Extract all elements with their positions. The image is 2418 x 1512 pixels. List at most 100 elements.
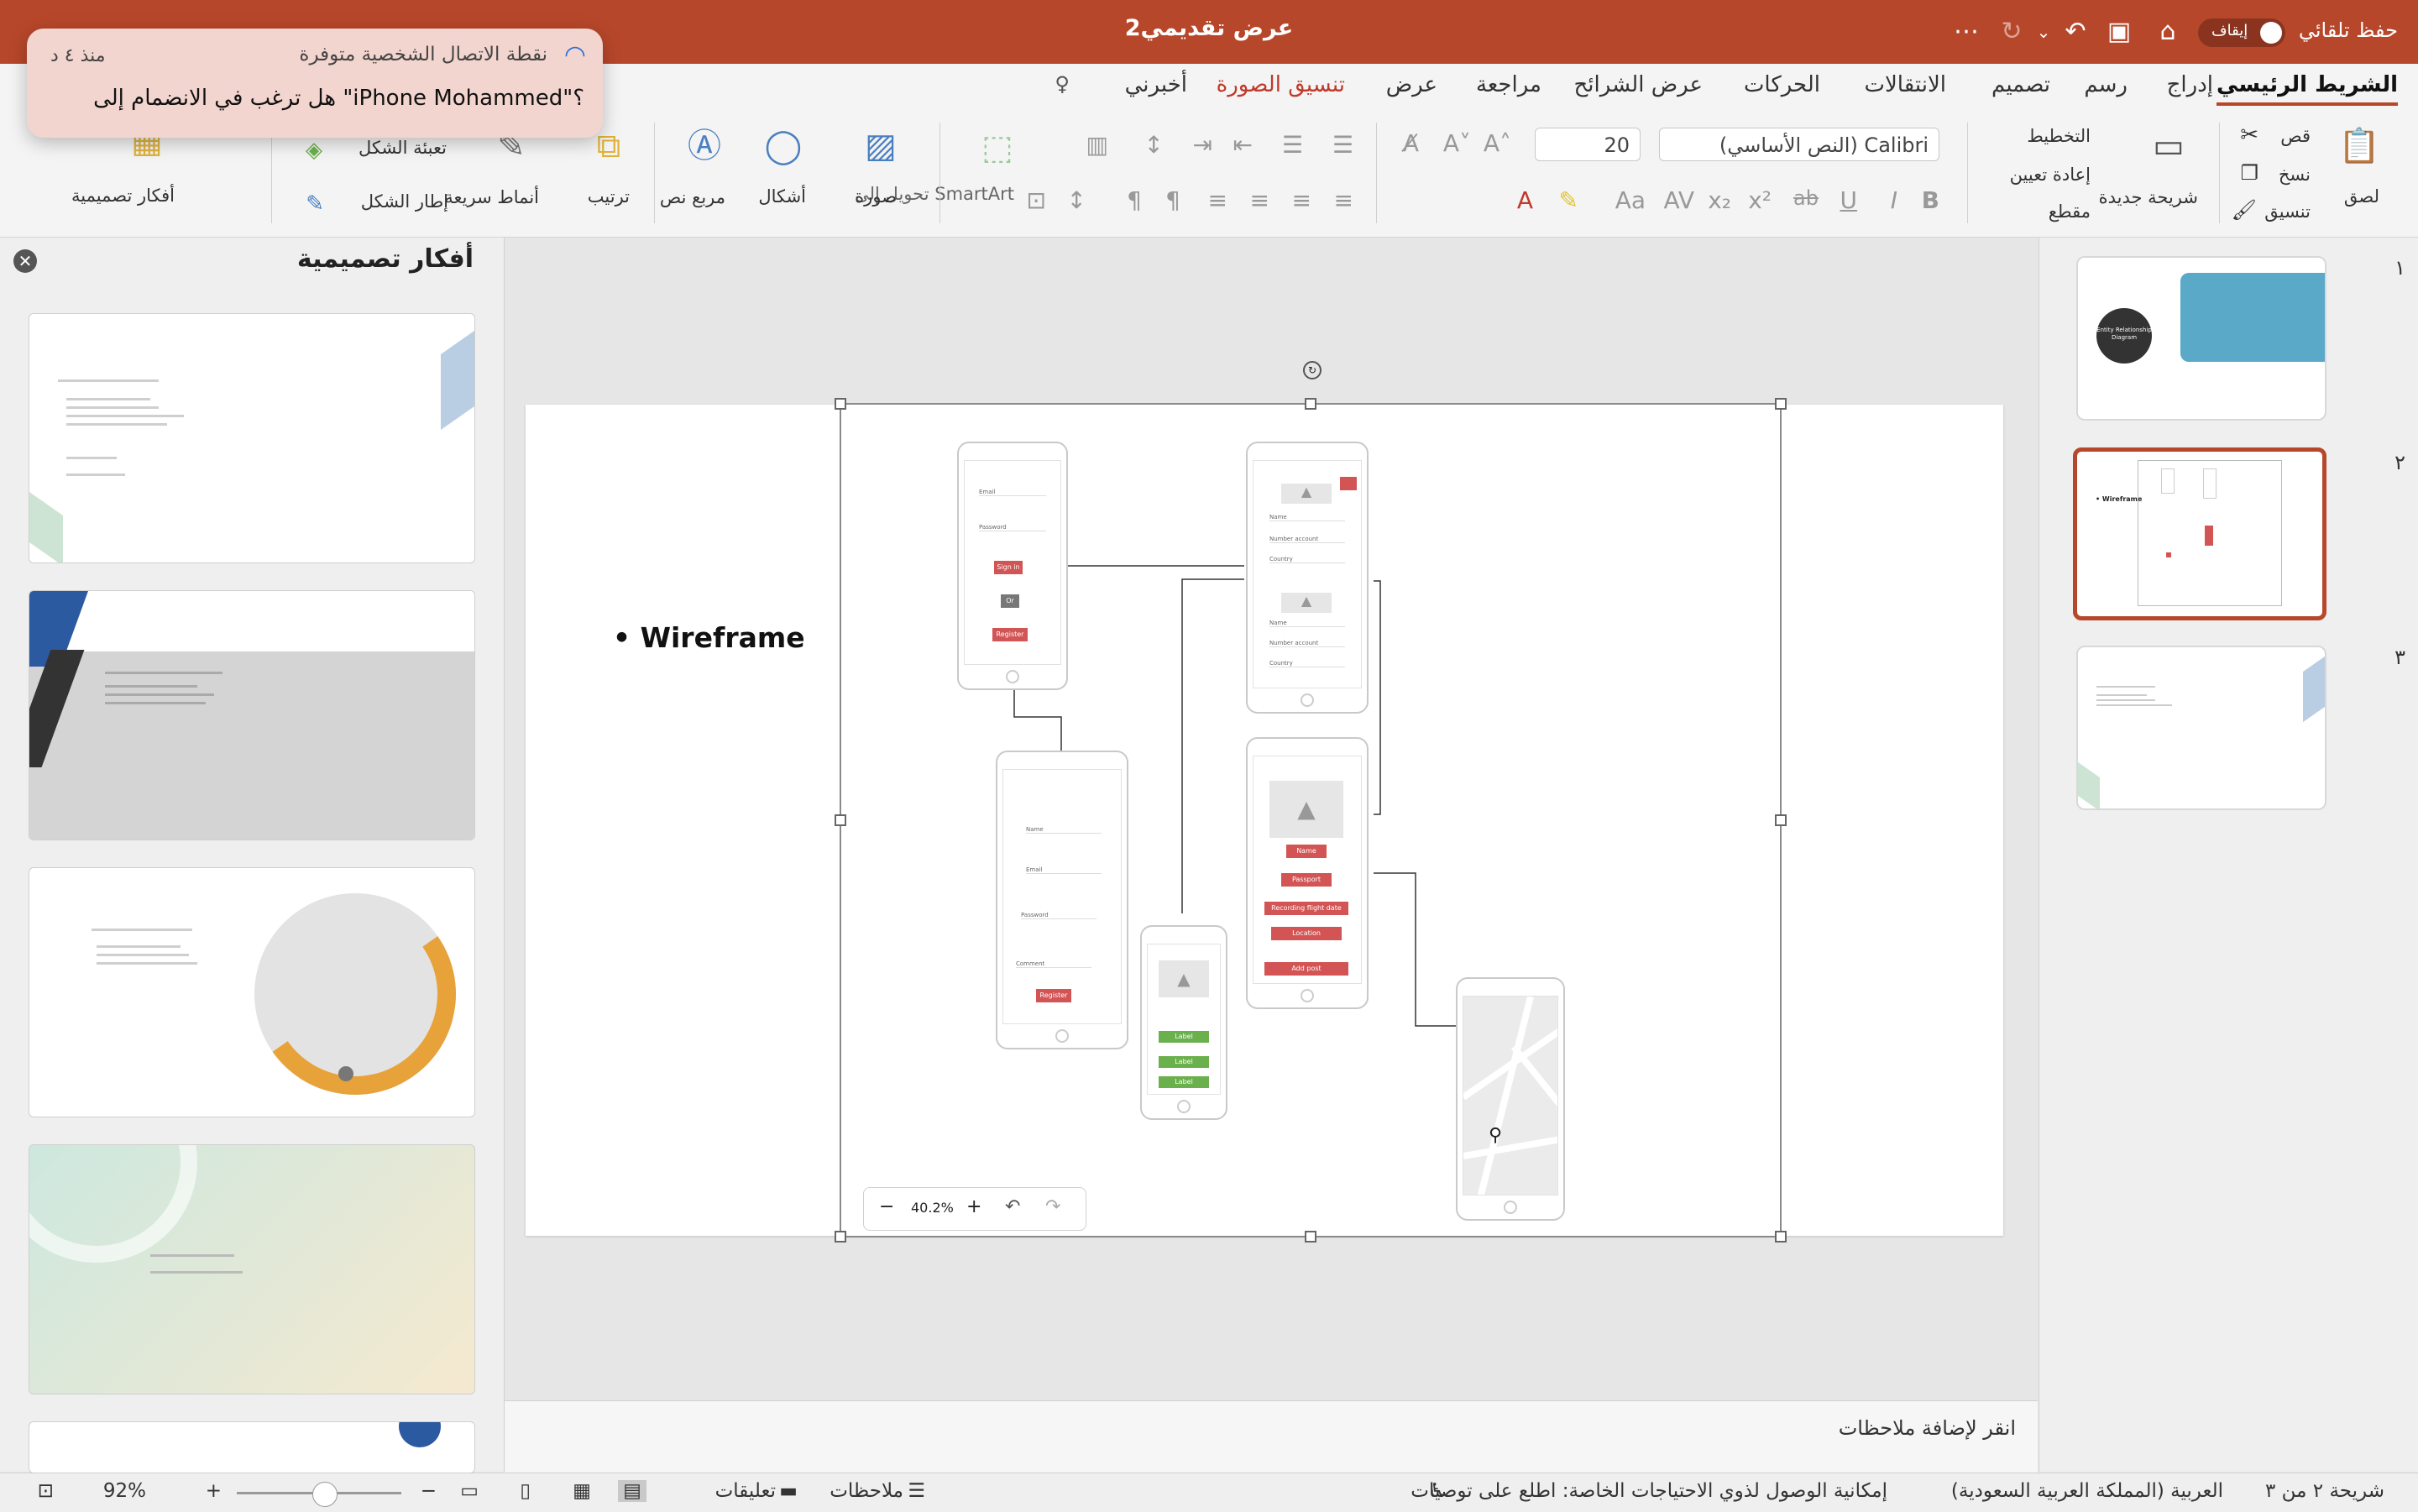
language-indicator[interactable]: العربية (المملكة العربية السعودية)	[1951, 1480, 2223, 1502]
tab-design[interactable]: تصميم	[1991, 72, 2050, 97]
new-slide-button[interactable]: شريحة جديدة	[2099, 186, 2198, 208]
notes-pane[interactable]: انقر لإضافة ملاحظات	[505, 1400, 2038, 1473]
underline-icon[interactable]: U	[1840, 186, 1858, 214]
grow-font-icon[interactable]: A˄	[1484, 129, 1511, 157]
design-idea-card[interactable]	[29, 867, 475, 1117]
align-left-icon[interactable]: ≡	[1250, 186, 1269, 214]
quick-styles-button[interactable]: أنماط سريعة	[444, 186, 539, 208]
design-ideas-button[interactable]: أفكار تصميمية	[71, 185, 175, 207]
tab-review[interactable]: مراجعة	[1476, 72, 1541, 97]
highlight-icon[interactable]: ✎	[1559, 186, 1578, 214]
italic-icon[interactable]: I	[1891, 186, 1897, 214]
resize-handle[interactable]	[835, 398, 846, 410]
arrange-button[interactable]: ترتيب	[588, 186, 630, 207]
zoom-out-icon[interactable]: −	[879, 1196, 894, 1217]
bold-icon[interactable]: B	[1922, 186, 1939, 214]
reset-button[interactable]: إعادة تعيين	[2010, 165, 2091, 185]
slideshow-icon[interactable]: ▭	[460, 1480, 479, 1502]
strikethrough-icon[interactable]: ab	[1793, 186, 1819, 210]
align-right-icon[interactable]: ≡	[1334, 186, 1353, 214]
line-spacing-icon[interactable]: ↕	[1144, 131, 1164, 159]
undo-icon[interactable]: ↶	[2060, 17, 2091, 47]
character-spacing-icon[interactable]: AV	[1663, 186, 1694, 214]
shape-outline-button[interactable]: إطار الشكل	[361, 191, 448, 212]
tab-picture-format[interactable]: تنسيق الصورة	[1217, 72, 1345, 97]
superscript-icon[interactable]: x²	[1748, 186, 1772, 214]
resize-handle[interactable]	[1775, 1231, 1787, 1243]
change-case-icon[interactable]: Aa	[1615, 186, 1646, 214]
tab-insert[interactable]: إدراج	[2167, 72, 2213, 97]
close-icon[interactable]: ✕	[13, 249, 37, 273]
chevron-down-icon[interactable]: ⌄	[2028, 17, 2059, 47]
redo-icon[interactable]: ↻	[1997, 17, 2027, 47]
justify-icon[interactable]: ≡	[1208, 186, 1227, 214]
design-idea-card[interactable]	[29, 1144, 475, 1394]
redo-icon[interactable]: ↷	[1045, 1196, 1060, 1217]
normal-view-icon[interactable]: ▤	[618, 1480, 646, 1502]
tab-view[interactable]: عرض	[1386, 72, 1437, 97]
resize-handle[interactable]	[1775, 814, 1787, 826]
format-painter-button[interactable]: تنسيق	[2264, 201, 2311, 222]
paste-icon[interactable]: 📋	[2334, 126, 2384, 166]
zoom-slider-thumb[interactable]	[312, 1482, 338, 1507]
layout-button[interactable]: التخطيط	[2027, 126, 2091, 146]
bullets-icon[interactable]: ☰	[1332, 131, 1353, 159]
tab-animations[interactable]: الحركات	[1744, 72, 1820, 97]
ltr-icon[interactable]: ¶	[1127, 186, 1142, 214]
rotate-handle-icon[interactable]: ↻	[1303, 361, 1322, 379]
columns-icon[interactable]: ▥	[1086, 131, 1108, 159]
save-icon[interactable]: ▣	[2104, 17, 2134, 47]
design-idea-card[interactable]	[29, 590, 475, 840]
copy-button[interactable]: نسخ	[2279, 165, 2311, 185]
zoom-slider[interactable]	[237, 1482, 401, 1507]
tab-home[interactable]: الشريط الرئيسي	[2216, 72, 2398, 106]
tab-transitions[interactable]: الانتقالات	[1864, 72, 1946, 97]
reading-view-icon[interactable]: ▯	[520, 1480, 531, 1502]
resize-handle[interactable]	[1305, 1231, 1316, 1243]
lightbulb-icon[interactable]: ♀	[1055, 72, 1070, 96]
new-slide-icon[interactable]: ▭	[2139, 126, 2198, 166]
font-name-select[interactable]: (النص الأساسي) Calibri	[1659, 128, 1939, 161]
shapes-button[interactable]: أشكال	[758, 186, 806, 207]
notes-toggle[interactable]: ملاحظات	[830, 1480, 903, 1502]
align-center-icon[interactable]: ≡	[1292, 186, 1311, 214]
zoom-in-icon[interactable]: +	[966, 1196, 981, 1217]
increase-indent-icon[interactable]: ⇥	[1193, 131, 1212, 159]
wireframe-image[interactable]: Email Password Sign in Or Register Name …	[835, 361, 1787, 1243]
align-text-icon[interactable]: ⊡	[1027, 186, 1046, 214]
subscript-icon[interactable]: x₂	[1708, 186, 1731, 214]
shrink-font-icon[interactable]: A˅	[1443, 129, 1471, 157]
decrease-indent-icon[interactable]: ⇤	[1233, 131, 1253, 159]
rtl-icon[interactable]: ¶	[1165, 186, 1180, 214]
design-idea-card[interactable]	[29, 313, 475, 563]
clear-format-icon[interactable]: A̸	[1403, 129, 1419, 157]
shapes-icon[interactable]: ◯	[754, 126, 813, 166]
textbox-button[interactable]: مربع نص	[660, 186, 725, 208]
section-button[interactable]: مقطع	[2049, 201, 2091, 222]
more-icon[interactable]: ⋯	[1951, 17, 1981, 47]
tab-draw[interactable]: رسم	[2084, 72, 2128, 97]
textbox-icon[interactable]: Ⓐ	[675, 126, 734, 166]
smartart-icon[interactable]: ⬚	[964, 128, 1031, 168]
font-color-icon[interactable]: A	[1517, 186, 1533, 214]
picture-icon[interactable]: ▨	[851, 126, 910, 166]
hotspot-notification[interactable]: ◠ نقطة الاتصال الشخصية متوفرة منذ ٤ د هل…	[27, 29, 603, 138]
resize-handle[interactable]	[835, 814, 846, 826]
slide-thumbnail-1[interactable]: Entity Relationship Diagram	[2076, 256, 2326, 421]
fit-to-window-icon[interactable]: ⊡	[38, 1480, 54, 1502]
resize-handle[interactable]	[835, 1231, 846, 1243]
autosave-toggle[interactable]: إيقاف	[2198, 18, 2285, 47]
slide-thumbnail-2[interactable]: • Wireframe	[2073, 447, 2326, 620]
zoom-out-icon[interactable]: −	[421, 1480, 437, 1502]
resize-handle[interactable]	[1305, 398, 1316, 410]
text-direction-icon[interactable]: ↕	[1067, 186, 1086, 214]
resize-handle[interactable]	[1775, 398, 1787, 410]
accessibility-status[interactable]: إمكانية الوصول لذوي الاحتياجات الخاصة: ا…	[1410, 1480, 1887, 1502]
tab-tell-me[interactable]: أخبرني	[1125, 72, 1187, 97]
slide-sorter-icon[interactable]: ▦	[573, 1480, 591, 1502]
numbering-icon[interactable]: ☰	[1282, 131, 1303, 159]
design-idea-card[interactable]	[29, 1421, 475, 1473]
shape-fill-button[interactable]: تعبئة الشكل	[359, 138, 447, 158]
cut-button[interactable]: قص	[2280, 126, 2311, 146]
picture-button[interactable]: صورة	[855, 186, 897, 207]
